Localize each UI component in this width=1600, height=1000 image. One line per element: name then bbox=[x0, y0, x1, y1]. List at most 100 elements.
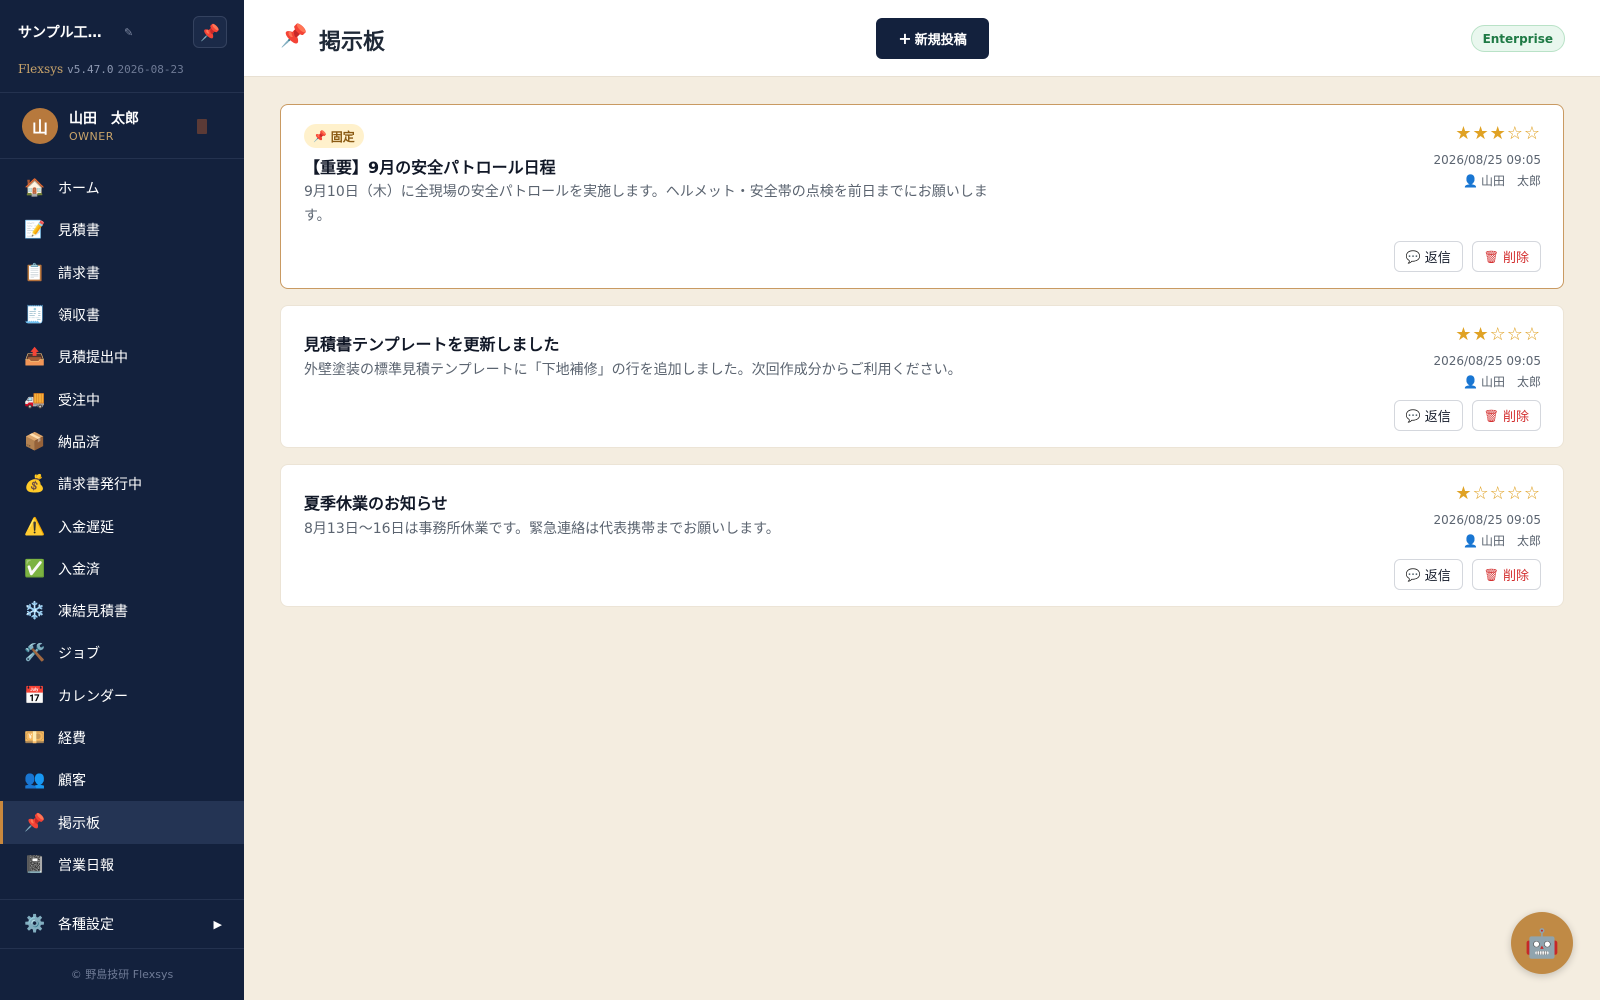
sidebar-item-label: ホーム bbox=[58, 181, 100, 198]
reply-button[interactable]: 💬 返信 bbox=[1393, 559, 1463, 590]
sidebar-item-label: 入金遅延 bbox=[58, 519, 114, 536]
post-body: 外壁塗装の標準見積テンプレートに「下地補修」の行を追加しました。次回作成分からご… bbox=[304, 362, 962, 378]
new-post-button[interactable]: + 新規投稿 bbox=[876, 18, 989, 59]
sidebar-item-home[interactable]: 🏠 ホーム bbox=[0, 167, 244, 209]
star-rating[interactable]: ★☆☆☆☆ bbox=[1455, 483, 1541, 504]
estimates-icon: 📝 bbox=[24, 220, 46, 241]
sidebar-item-receipts[interactable]: 🧾 領収書 bbox=[0, 294, 244, 336]
delete-button[interactable]: 🗑 削除 bbox=[1471, 241, 1541, 272]
sidebar-item-paid[interactable]: ✅ 入金済 bbox=[0, 548, 244, 590]
user-role: OWNER bbox=[69, 130, 114, 143]
user-icon: 👤 bbox=[1463, 174, 1478, 188]
user-icon: 👤 bbox=[1463, 375, 1478, 389]
sidebar-item-label: カレンダー bbox=[58, 688, 128, 705]
pin-icon: 📌 bbox=[280, 24, 308, 49]
user-name: 山田 太郎 bbox=[69, 111, 139, 127]
edit-company-icon[interactable]: ✎ bbox=[124, 26, 133, 39]
pin-icon: 📌 bbox=[200, 22, 220, 42]
user-panel: 山 山田 太郎 OWNER bbox=[0, 93, 244, 159]
sidebar-item-label: 見積提出中 bbox=[58, 350, 128, 367]
pin-icon: 📌 bbox=[313, 129, 327, 143]
post-title[interactable]: 【重要】9月の安全パトロール日程 bbox=[304, 154, 556, 178]
receipts-icon: 🧾 bbox=[24, 305, 46, 326]
plus-icon: + bbox=[898, 29, 912, 48]
sidebar-item-frozen-estimates[interactable]: ❄️ 凍結見積書 bbox=[0, 590, 244, 632]
star-rating[interactable]: ★★☆☆☆ bbox=[1455, 324, 1541, 345]
estimate-submitted-icon: 📤 bbox=[24, 347, 46, 368]
avatar[interactable]: 山 bbox=[22, 108, 58, 144]
reply-button[interactable]: 💬 返信 bbox=[1393, 400, 1463, 431]
copyright: © 野島技研 Flexsys bbox=[70, 968, 174, 981]
sidebar-item-bulletin-board[interactable]: 📌 掲示板 bbox=[0, 801, 244, 845]
sidebar-item-expenses[interactable]: 💴 経費 bbox=[0, 717, 244, 759]
page-header: 📌 掲示板 + 新規投稿 Enterprise bbox=[244, 0, 1600, 77]
gear-icon: ⚙️ bbox=[24, 914, 46, 934]
post-title[interactable]: 夏季休業のお知らせ bbox=[304, 490, 448, 514]
sidebar-item-label: 各種設定 bbox=[58, 917, 114, 933]
sidebar-item-invoicing[interactable]: 💰 請求書発行中 bbox=[0, 463, 244, 505]
sidebar-item-estimate-submitted[interactable]: 📤 見積提出中 bbox=[0, 336, 244, 378]
sidebar-header: サンプル工… ✎ 📌 Flexsys v5.47.0 2026-08-23 bbox=[0, 0, 244, 93]
sidebar-item-sales-daily-report[interactable]: 📓 営業日報 bbox=[0, 844, 244, 886]
post-actions: 💬 返信 🗑 削除 bbox=[1393, 400, 1541, 431]
sidebar-item-label: 受注中 bbox=[58, 392, 100, 409]
sidebar-item-label: 営業日報 bbox=[58, 857, 114, 874]
paid-icon: ✅ bbox=[24, 558, 46, 579]
trash-icon: 🗑 bbox=[1483, 408, 1499, 423]
home-icon: 🏠 bbox=[24, 178, 46, 199]
sidebar-item-label: 見積書 bbox=[58, 223, 100, 240]
version-number: v5.47.0 bbox=[67, 63, 114, 76]
delete-button[interactable]: 🗑 削除 bbox=[1471, 400, 1541, 431]
invoices-icon: 📋 bbox=[24, 262, 46, 283]
sidebar-item-orders[interactable]: 🚚 受注中 bbox=[0, 378, 244, 420]
post-body: 9月10日（木）に全現場の安全パトロールを実施します。ヘルメット・安全帯の点検を… bbox=[304, 184, 988, 224]
post-card: 夏季休業のお知らせ 8月13日〜16日は事務所休業です。緊急連絡は代表携帯までお… bbox=[280, 464, 1564, 607]
customers-icon: 👥 bbox=[24, 770, 46, 791]
sidebar-item-customers[interactable]: 👥 顧客 bbox=[0, 759, 244, 801]
sidebar-item-payment-overdue[interactable]: ⚠️ 入金遅延 bbox=[0, 505, 244, 547]
version-date: 2026-08-23 bbox=[117, 63, 184, 76]
delete-button[interactable]: 🗑 削除 bbox=[1471, 559, 1541, 590]
sidebar-item-calendar[interactable]: 📅 カレンダー bbox=[0, 675, 244, 717]
sidebar-item-estimates[interactable]: 📝 見積書 bbox=[0, 209, 244, 251]
speech-bubble-icon: 💬 bbox=[1405, 408, 1421, 423]
app-brand: Flexsys bbox=[18, 62, 64, 76]
post-date: 2026/08/25 09:05 bbox=[1433, 354, 1541, 368]
post-actions: 💬 返信 🗑 削除 bbox=[1393, 559, 1541, 590]
sidebar-item-label: 顧客 bbox=[58, 773, 86, 790]
sidebar-item-label: 凍結見積書 bbox=[58, 604, 128, 621]
star-rating[interactable]: ★★★☆☆ bbox=[1455, 123, 1541, 144]
trash-icon: 🗑 bbox=[1483, 249, 1499, 264]
expenses-icon: 💴 bbox=[24, 728, 46, 748]
reply-button[interactable]: 💬 返信 bbox=[1393, 241, 1463, 272]
post-date: 2026/08/25 09:05 bbox=[1433, 153, 1541, 167]
sidebar-item-jobs[interactable]: 🛠️ ジョブ bbox=[0, 632, 244, 674]
sidebar-nav: 🏠 ホーム 📝 見積書 📋 請求書 🧾 領収書 📤 見積提出中 🚚 受注中 📦 納品済 💰 請求書発行中 ⚠️ 入… bbox=[0, 167, 244, 886]
sidebar-item-delivered[interactable]: 📦 納品済 bbox=[0, 421, 244, 463]
delivered-icon: 📦 bbox=[24, 431, 46, 452]
frozen-estimates-icon: ❄️ bbox=[24, 601, 46, 622]
reply-label: 返信 bbox=[1424, 410, 1451, 425]
speech-bubble-icon: 💬 bbox=[1405, 249, 1421, 264]
post-list: 📌 固定 【重要】9月の安全パトロール日程 9月10日（木）に全現場の安全パトロ… bbox=[280, 104, 1564, 623]
user-icon: 👤 bbox=[1463, 534, 1478, 548]
sidebar-item-invoices[interactable]: 📋 請求書 bbox=[0, 252, 244, 294]
author-name: 山田 太郎 bbox=[1480, 375, 1541, 389]
post-author: 👤 山田 太郎 bbox=[1463, 532, 1541, 549]
sidebar-item-label: 入金済 bbox=[58, 561, 100, 578]
bulletin-board-icon: 📌 bbox=[24, 812, 46, 833]
chevron-right-icon: ▶ bbox=[213, 917, 222, 931]
sidebar-item-settings[interactable]: ⚙️ 各種設定 ▶ bbox=[0, 899, 244, 949]
pin-sidebar-button[interactable]: 📌 bbox=[193, 16, 227, 48]
post-title[interactable]: 見積書テンプレートを更新しました bbox=[304, 331, 560, 355]
trash-icon: 🗑 bbox=[1483, 567, 1499, 582]
post-body: 8月13日〜16日は事務所休業です。緊急連絡は代表携帯までお願いします。 bbox=[304, 521, 780, 537]
post-date: 2026/08/25 09:05 bbox=[1433, 513, 1541, 527]
robot-icon: 🤖 bbox=[1524, 926, 1560, 960]
new-post-label: 新規投稿 bbox=[914, 33, 967, 48]
pinned-label: 固定 bbox=[330, 129, 355, 144]
jobs-icon: 🛠️ bbox=[24, 643, 46, 664]
logout-icon[interactable] bbox=[197, 119, 207, 134]
company-name[interactable]: サンプル工… bbox=[18, 22, 102, 42]
assistant-bot-button[interactable]: 🤖 bbox=[1511, 912, 1573, 974]
